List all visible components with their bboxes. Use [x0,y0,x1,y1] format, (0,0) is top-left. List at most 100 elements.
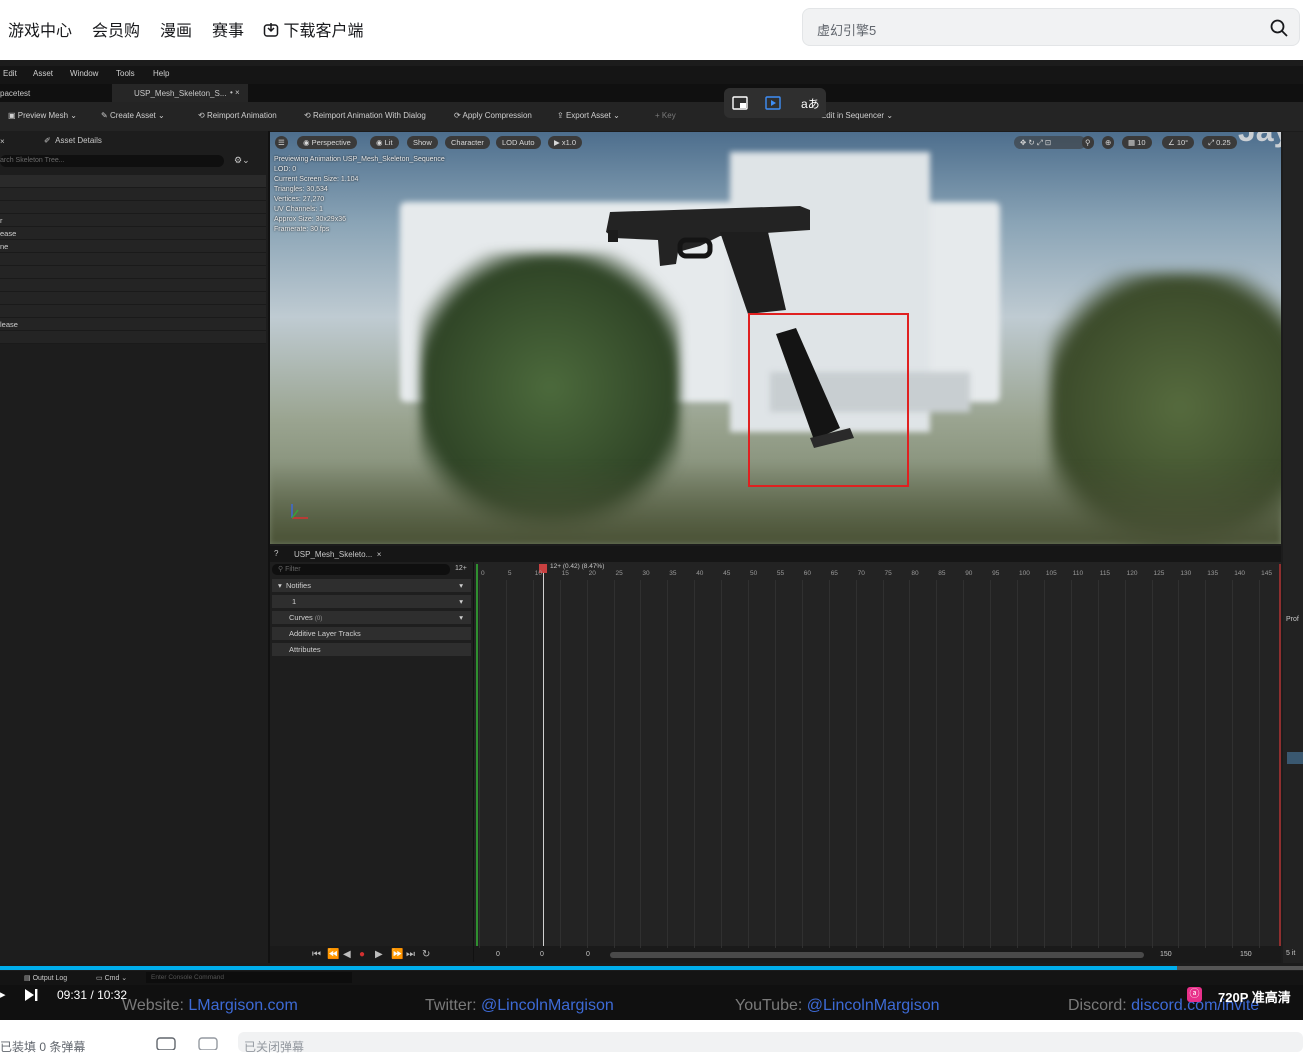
timeline-gridline [640,580,642,948]
frame-tick-label: 130 [1180,570,1192,577]
ue-tab-active[interactable]: USP_Mesh_Skeleton_S... • × [112,84,248,102]
download-client-link[interactable]: 下载客户端 [263,17,363,41]
prev-icon[interactable]: ▸ [0,988,6,1001]
export-asset-button[interactable]: ⇪ Export Asset ⌄ [557,111,620,120]
key-button[interactable]: + Key [655,111,676,120]
track-filter-input[interactable]: ⚲ Filter [272,564,450,575]
tree-row[interactable]: lease [0,318,266,331]
danmaku-settings-icon[interactable] [198,1036,218,1050]
grid-snap-button[interactable]: ▦ 10 [1122,136,1152,149]
help-icon[interactable]: ? [274,549,278,558]
timeline-gridline [667,580,669,948]
track-row-curves[interactable]: Curves (0) ▾ [272,611,471,624]
record-icon[interactable]: ● [359,949,365,960]
track-row-additive[interactable]: Additive Layer Tracks [272,627,471,640]
video-progress-track[interactable] [0,966,1303,970]
pip-icon[interactable] [732,95,748,111]
rotation-snap-button[interactable]: ∠ 10° [1162,136,1195,149]
auto-play-icon[interactable] [765,95,781,111]
subtitle-icon[interactable]: ⓐ [1187,987,1202,1002]
tree-row[interactable] [0,331,266,344]
tree-row[interactable]: ne [0,240,266,253]
prev-frame-icon[interactable]: ⏪ [327,949,339,960]
video-time: 09:31 / 10:32 [57,988,128,1002]
tree-row[interactable] [0,188,266,201]
tree-row[interactable]: r [0,214,266,227]
danmaku-input[interactable]: 已关闭弹幕 [238,1032,1303,1054]
timeline-gridline [748,580,749,948]
video-player[interactable]: Edit Asset Window Tools Help pacetest US… [0,60,1303,1020]
frame-tick-label: 85 [938,570,946,577]
translate-icon[interactable]: aあ [801,95,820,112]
chevron-down-icon: ▾ [459,613,463,622]
apply-compression-button[interactable]: ⟳ Apply Compression [454,111,532,120]
nav-item-vip-shop[interactable]: 会员购 [92,17,140,41]
nav-item-esports[interactable]: 赛事 [212,17,244,41]
skip-end-icon[interactable]: ⏭ [406,949,415,960]
ue-status-bar: ▤ Output Log ▭ Cmd ⌄ Enter Console Comma… [0,971,1303,985]
nav-item-manga[interactable]: 漫画 [160,17,192,41]
tree-row[interactable] [0,201,266,214]
search-box[interactable]: 虚幻引擎5 [802,8,1300,46]
play-icon[interactable]: ▶ [375,949,383,960]
lit-button[interactable]: ◉ Lit [370,136,399,149]
create-asset-button[interactable]: ✎ Create Asset ⌄ [101,111,165,120]
ue-menu-edit[interactable]: Edit [3,69,17,78]
ue-menu-asset[interactable]: Asset [33,69,53,78]
ue-tab-pacetest[interactable]: pacetest [0,89,30,98]
transform-tools-group[interactable]: ✥ ↻ ⤢ ⊡ [1014,136,1086,149]
timeline-gridline [882,580,884,948]
close-icon[interactable]: • × [230,88,240,97]
tree-row[interactable] [0,305,266,318]
danmaku-toggle-icon[interactable] [156,1036,176,1050]
playhead-label: 12+ (0.42) (8.47%) [550,563,605,570]
ue-menu-tools[interactable]: Tools [116,69,135,78]
ue-menu-window[interactable]: Window [70,69,98,78]
surface-snap-icon[interactable]: ⚲ [1082,136,1094,149]
timeline-area[interactable] [474,562,1281,962]
range-scrollbar[interactable] [610,952,1144,958]
track-row-notifies[interactable]: ▾ Notifies ▾ [272,579,471,592]
playback-speed-button[interactable]: ▶ x1.0 [548,136,583,149]
skip-start-icon[interactable]: ⏮ [312,949,321,960]
preview-mesh-button[interactable]: ▣ Preview Mesh ⌄ [8,111,77,120]
close-icon[interactable]: × [0,137,5,146]
reimport-with-dialog-button[interactable]: ⟲ Reimport Animation With Dialog [304,111,426,120]
track-row-attributes[interactable]: Attributes [272,643,471,656]
viewport-menu-icon[interactable]: ☰ [275,136,288,149]
viewport-3d[interactable]: ☰ ◉ Perspective ◉ Lit Show Character LOD… [270,132,1281,544]
asset-details-tab[interactable]: ✐ Asset Details [44,136,102,145]
ue-menu-help[interactable]: Help [153,69,169,78]
gear-icon[interactable]: ⚙⌄ [234,155,250,166]
tree-row[interactable]: ease [0,227,266,240]
cmd-dropdown[interactable]: ▭ Cmd ⌄ [96,974,127,982]
tree-row[interactable] [0,175,266,188]
nav-item-game-center[interactable]: 游戏中心 [8,17,72,41]
reimport-animation-button[interactable]: ⟲ Reimport Animation [198,111,277,120]
next-episode-icon[interactable] [24,989,38,1001]
tree-row[interactable] [0,253,266,266]
world-local-icon[interactable]: ⊕ [1102,136,1115,149]
items-count-label: 5 it [1286,950,1296,957]
quality-selector[interactable]: 720P 准高清 [1218,987,1291,1006]
tree-row[interactable] [0,279,266,292]
frame-tick-label: 50 [750,570,758,577]
frame-tick-label: 95 [992,570,1000,577]
character-button[interactable]: Character [445,136,490,149]
output-log-tab[interactable]: ▤ Output Log [24,974,67,982]
loop-icon[interactable]: ↻ [422,949,430,960]
console-command-input[interactable]: Enter Console Command [146,972,352,983]
track-row-notify-1[interactable]: 1 ▾ [272,595,471,608]
play-reverse-icon[interactable]: ◀ [343,949,351,960]
scale-snap-button[interactable]: ⤢ 0.25 [1202,136,1237,149]
lod-auto-button[interactable]: LOD Auto [496,136,541,149]
show-button[interactable]: Show [407,136,438,149]
skeleton-search-input[interactable]: arch Skeleton Tree... [0,155,224,167]
search-icon[interactable] [1270,19,1288,37]
search-input[interactable]: 虚幻引擎5 [817,20,876,39]
sequencer-tab[interactable]: USP_Mesh_Skeleto... × [294,550,381,559]
next-frame-icon[interactable]: ⏩ [391,949,403,960]
tree-row[interactable] [0,266,266,279]
tree-row[interactable] [0,292,266,305]
perspective-button[interactable]: ◉ Perspective [297,136,357,149]
